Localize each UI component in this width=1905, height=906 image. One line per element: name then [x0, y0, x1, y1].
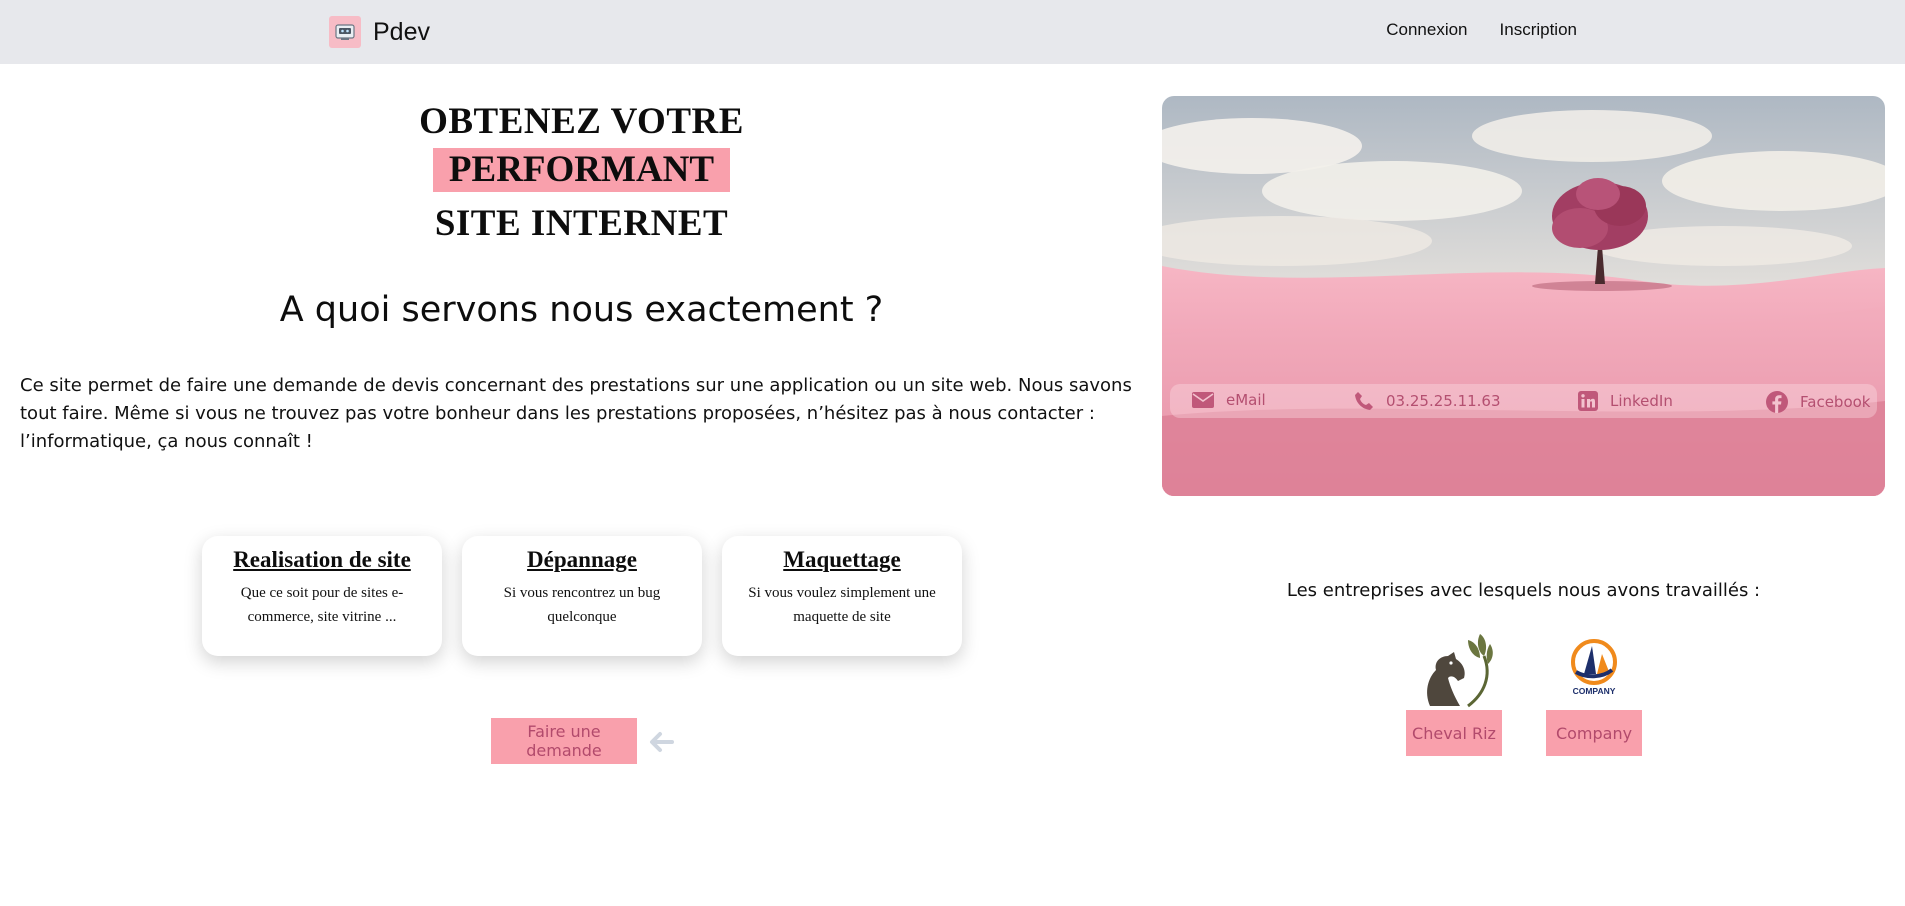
- company-logo-text: COMPANY: [1573, 686, 1616, 696]
- request-button[interactable]: Faire une demande: [491, 718, 637, 764]
- intro-paragraph: Ce site permet de faire une demande de d…: [20, 375, 1132, 452]
- envelope-icon: [1192, 392, 1214, 408]
- brand-name: Pdev: [373, 17, 430, 46]
- contact-facebook[interactable]: Facebook: [1766, 391, 1870, 413]
- contact-linkedin-label: LinkedIn: [1610, 392, 1673, 410]
- contact-phone-label: 03.25.25.11.63: [1386, 392, 1501, 410]
- service-card-maquettage[interactable]: Maquettage Si vous voulez simplement une…: [722, 536, 962, 656]
- contact-facebook-label: Facebook: [1800, 393, 1871, 411]
- nav-link-inscription[interactable]: Inscription: [1500, 20, 1577, 40]
- linkedin-icon: [1578, 391, 1598, 411]
- phone-icon: [1355, 392, 1373, 410]
- brand[interactable]: Pdev: [329, 16, 430, 48]
- contact-email[interactable]: eMail: [1192, 391, 1266, 409]
- partner-button-cheval-riz[interactable]: Cheval Riz: [1406, 710, 1502, 756]
- navbar: Pdev Connexion Inscription: [0, 0, 1905, 64]
- service-card-title: Dépannage: [527, 547, 637, 572]
- service-card-title: Maquettage: [783, 547, 901, 572]
- section-subtitle: A quoi servons nous exactement ?: [279, 290, 884, 330]
- hero-line-1: OBTENEZ VOTRE: [419, 101, 744, 142]
- contact-bar: eMail 03.25.25.11.63 LinkedIn Facebook: [1170, 384, 1877, 418]
- company-logo: COMPANY: [1571, 639, 1617, 696]
- nav-link-connexion[interactable]: Connexion: [1386, 20, 1467, 40]
- facebook-icon: [1766, 391, 1788, 413]
- pink-landscape-image: [1162, 96, 1885, 496]
- cheval-riz-logo: [1410, 626, 1496, 708]
- partners-title: Les entreprises avec lesquels nous avons…: [1286, 580, 1761, 601]
- robot-logo-icon: [329, 16, 361, 48]
- contact-email-label: eMail: [1226, 391, 1266, 409]
- service-card-title: Realisation de site: [233, 547, 411, 572]
- service-card-text: Si vous rencontrez un bug quelconque: [503, 585, 661, 625]
- contact-linkedin[interactable]: LinkedIn: [1578, 391, 1673, 411]
- nav-links: Connexion Inscription: [1386, 20, 1577, 40]
- arrow-left-icon: [650, 732, 674, 752]
- service-card-realisation[interactable]: Realisation de site Que ce soit pour de …: [202, 536, 442, 656]
- hero-image-panel: eMail 03.25.25.11.63 LinkedIn Facebook: [1162, 96, 1885, 496]
- service-cards: Realisation de site Que ce soit pour de …: [202, 536, 962, 656]
- hero-highlight: PERFORMANT: [433, 148, 730, 192]
- service-card-text: Si vous voulez simplement une maquette d…: [748, 585, 936, 625]
- service-card-depannage[interactable]: Dépannage Si vous rencontrez un bug quel…: [462, 536, 702, 656]
- service-card-text: Que ce soit pour de sites e-commerce, si…: [240, 585, 404, 625]
- partner-button-company[interactable]: Company: [1546, 710, 1642, 756]
- hero-line-3: SITE INTERNET: [434, 203, 729, 244]
- contact-phone[interactable]: 03.25.25.11.63: [1354, 391, 1501, 411]
